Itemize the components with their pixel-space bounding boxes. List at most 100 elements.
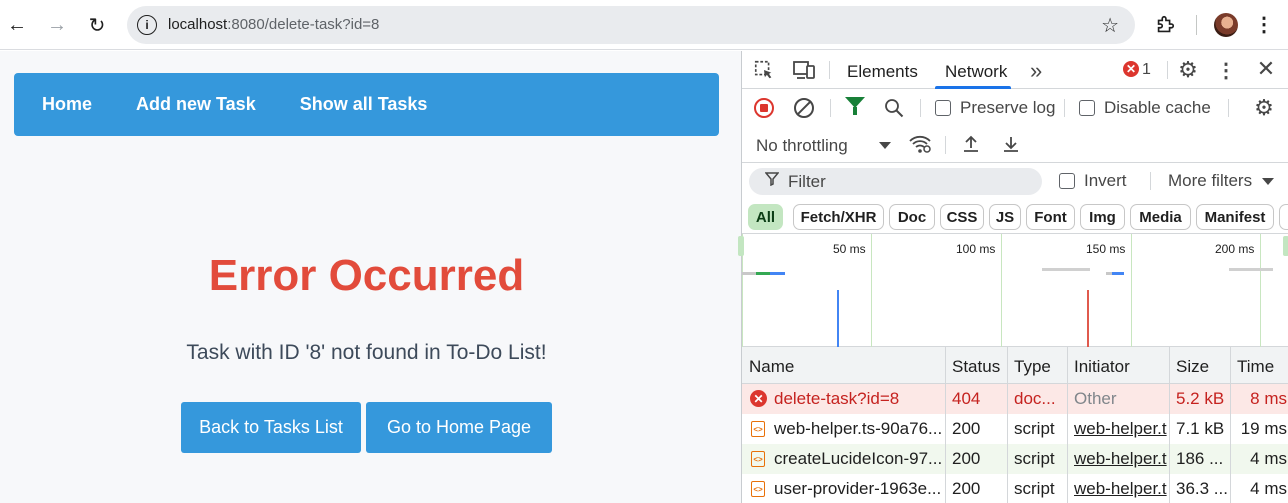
site-info-icon[interactable]: i bbox=[137, 15, 157, 35]
error-icon[interactable]: ✕ bbox=[1123, 61, 1139, 77]
cell-initiator[interactable]: web-helper.t bbox=[1074, 419, 1170, 439]
cell-time: 19 ms bbox=[1240, 419, 1287, 438]
type-filter-media[interactable]: Media bbox=[1130, 204, 1191, 230]
column-header-time[interactable]: Time bbox=[1237, 357, 1274, 377]
script-file-icon: <> bbox=[751, 421, 765, 437]
web-page: Home Add new Task Show all Tasks Error O… bbox=[0, 51, 741, 503]
filter-placeholder: Filter bbox=[788, 172, 826, 191]
column-divider[interactable] bbox=[1007, 347, 1008, 503]
timeline-request-bar bbox=[756, 272, 770, 275]
tab-divider bbox=[1167, 61, 1168, 79]
type-filter-js[interactable]: JS bbox=[989, 204, 1021, 230]
nav-show-tasks-link[interactable]: Show all Tasks bbox=[300, 94, 428, 115]
url-path: :8080/delete-task?id=8 bbox=[227, 16, 380, 33]
type-filter-manifest[interactable]: Manifest bbox=[1196, 204, 1274, 230]
address-bar[interactable]: i localhost:8080/delete-task?id=8 ☆ bbox=[127, 6, 1135, 44]
column-divider[interactable] bbox=[1067, 347, 1068, 503]
timeline-label: 50 ms bbox=[833, 242, 866, 256]
resource-type-filters: All Fetch/XHR Doc CSS JS Font Img Media … bbox=[742, 200, 1288, 234]
preserve-log-label[interactable]: Preserve log bbox=[960, 98, 1055, 118]
filter-toggle-icon[interactable] bbox=[845, 97, 865, 115]
disable-cache-label[interactable]: Disable cache bbox=[1104, 98, 1211, 118]
tab-divider bbox=[829, 61, 830, 79]
clear-icon[interactable] bbox=[794, 98, 814, 118]
timeline-request-bar bbox=[1042, 268, 1090, 271]
nav-add-task-link[interactable]: Add new Task bbox=[136, 94, 256, 115]
reload-icon[interactable]: ↻ bbox=[82, 10, 112, 40]
column-header-type[interactable]: Type bbox=[1014, 357, 1051, 377]
toolbar-divider bbox=[1196, 15, 1197, 35]
nav-home-link[interactable]: Home bbox=[42, 94, 92, 115]
type-filter-font[interactable]: Font bbox=[1026, 204, 1075, 230]
star-icon[interactable]: ☆ bbox=[1101, 13, 1119, 38]
table-row[interactable]: ✕ delete-task?id=8 404 doc... Other 5.2 … bbox=[742, 384, 1288, 414]
more-filters-dropdown[interactable]: More filters bbox=[1168, 171, 1252, 191]
devtools-menu-icon[interactable]: ⋮ bbox=[1216, 58, 1236, 82]
disable-cache-checkbox[interactable] bbox=[1079, 100, 1095, 116]
export-har-icon[interactable] bbox=[999, 132, 1023, 156]
network-overview-timeline[interactable]: 50 ms 100 ms 150 ms 200 ms bbox=[738, 234, 1288, 347]
search-icon[interactable] bbox=[882, 96, 906, 120]
filter-funnel-icon bbox=[764, 172, 780, 190]
network-settings-gear-icon[interactable]: ⚙ bbox=[1252, 95, 1276, 120]
type-filter-img[interactable]: Img bbox=[1080, 204, 1125, 230]
import-har-icon[interactable] bbox=[959, 132, 983, 156]
timeline-handle-right[interactable] bbox=[1283, 236, 1288, 256]
preserve-log-checkbox[interactable] bbox=[935, 100, 951, 116]
cell-status: 200 bbox=[952, 479, 981, 498]
error-count[interactable]: 1 bbox=[1142, 61, 1151, 79]
column-divider[interactable] bbox=[945, 347, 946, 503]
column-divider[interactable] bbox=[1169, 347, 1170, 503]
chevron-down-icon[interactable] bbox=[1262, 178, 1274, 185]
script-file-icon: <> bbox=[751, 481, 765, 497]
script-file-icon: <> bbox=[751, 451, 765, 467]
type-filter-fetch-xhr[interactable]: Fetch/XHR bbox=[793, 204, 884, 230]
timeline-gridline bbox=[871, 234, 872, 347]
column-header-status[interactable]: Status bbox=[952, 357, 1000, 377]
url-text[interactable]: localhost:8080/delete-task?id=8 bbox=[168, 16, 379, 33]
network-conditions-icon[interactable] bbox=[907, 132, 933, 156]
back-to-tasks-button[interactable]: Back to Tasks List bbox=[181, 402, 361, 453]
settings-gear-icon[interactable]: ⚙ bbox=[1176, 57, 1200, 82]
cell-status: 200 bbox=[952, 419, 981, 438]
error-message: Task with ID '8' not found in To-Do List… bbox=[186, 341, 547, 364]
tab-elements[interactable]: Elements bbox=[847, 62, 918, 82]
forward-arrow-icon[interactable]: → bbox=[42, 10, 72, 40]
table-row[interactable]: <> createLucideIcon-97... 200 script web… bbox=[742, 444, 1288, 474]
device-toolbar-icon[interactable] bbox=[791, 59, 817, 81]
close-icon[interactable]: ✕ bbox=[1254, 56, 1278, 81]
type-filter-all[interactable]: All bbox=[748, 204, 783, 230]
filter-input[interactable]: Filter bbox=[749, 168, 1042, 195]
more-tabs-icon[interactable]: » bbox=[1030, 58, 1042, 84]
type-filter-more[interactable] bbox=[1279, 204, 1288, 230]
chevron-down-icon[interactable] bbox=[879, 142, 891, 149]
cell-time: 4 ms bbox=[1250, 449, 1287, 468]
cell-initiator[interactable]: web-helper.t bbox=[1074, 449, 1170, 469]
kebab-menu-icon[interactable]: ⋮ bbox=[1254, 12, 1274, 37]
puzzle-icon[interactable] bbox=[1152, 12, 1178, 38]
cell-size: 36.3 ... bbox=[1176, 479, 1228, 498]
invert-checkbox[interactable] bbox=[1059, 173, 1075, 189]
table-row[interactable]: <> user-provider-1963e... 200 script web… bbox=[742, 474, 1288, 503]
go-home-button[interactable]: Go to Home Page bbox=[366, 402, 552, 453]
back-arrow-icon[interactable]: ← bbox=[2, 10, 32, 40]
type-filter-css[interactable]: CSS bbox=[940, 204, 984, 230]
cell-initiator[interactable]: web-helper.t bbox=[1074, 479, 1170, 499]
type-filter-doc[interactable]: Doc bbox=[889, 204, 935, 230]
column-divider[interactable] bbox=[1230, 347, 1231, 503]
column-header-initiator[interactable]: Initiator bbox=[1074, 357, 1130, 377]
timeline-handle-left[interactable] bbox=[738, 236, 744, 256]
column-header-size[interactable]: Size bbox=[1176, 357, 1209, 377]
throttling-select[interactable]: No throttling bbox=[756, 136, 848, 156]
toolbar-divider bbox=[1064, 99, 1065, 117]
filter-bar: Filter Invert More filters bbox=[742, 163, 1288, 199]
column-header-name[interactable]: Name bbox=[749, 357, 794, 377]
stop-recording-icon[interactable] bbox=[754, 98, 774, 118]
timeline-gridline bbox=[1001, 234, 1002, 347]
tab-network[interactable]: Network bbox=[945, 62, 1007, 82]
toolbar-divider bbox=[830, 99, 831, 117]
avatar[interactable] bbox=[1214, 13, 1238, 37]
invert-label[interactable]: Invert bbox=[1084, 171, 1127, 191]
table-row[interactable]: <> web-helper.ts-90a76... 200 script web… bbox=[742, 414, 1288, 444]
inspect-element-icon[interactable] bbox=[752, 59, 776, 81]
